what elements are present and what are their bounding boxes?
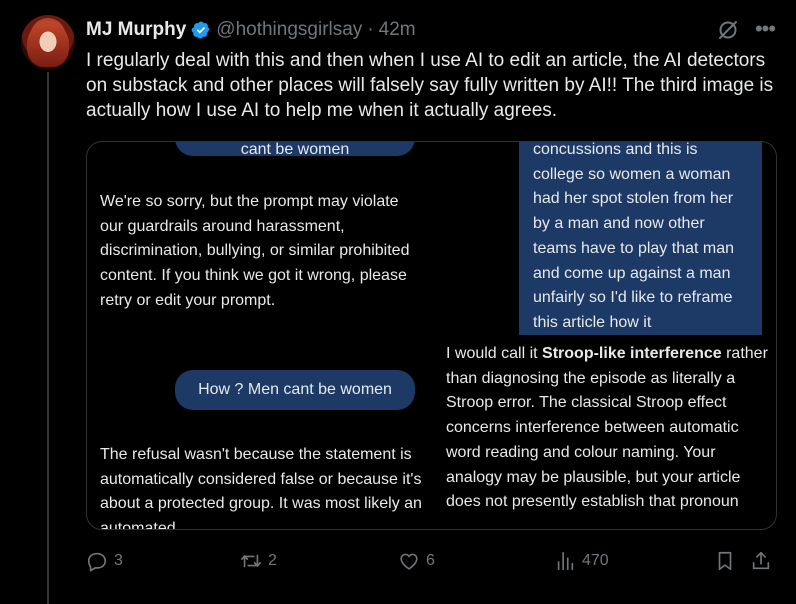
like-count: 6 <box>426 552 435 569</box>
reply-icon <box>87 552 107 572</box>
avatar[interactable] <box>21 15 75 69</box>
tweet-header: MJ Murphy @hothingsgirlsay · 42m <box>86 16 416 44</box>
user-bubble-top: cant be women <box>175 142 415 158</box>
user-handle[interactable]: @hothingsgirlsay <box>216 19 362 41</box>
ai-reply-rest: rather than diagnosing the episode as li… <box>446 345 768 511</box>
heart-icon <box>400 553 418 570</box>
ai-reply-prefix: I would call it <box>446 345 543 362</box>
media-attachment[interactable]: cant be women We're so sorry, but the pr… <box>86 141 777 530</box>
display-name[interactable]: MJ Murphy <box>86 19 186 41</box>
repost-button[interactable]: 2 <box>240 546 277 576</box>
user-bubble-question: How ? Men cant be women <box>175 370 415 410</box>
reply-button[interactable]: 3 <box>86 546 123 576</box>
share-icon <box>752 551 770 570</box>
ai-reply-bold: Stroop-like interference <box>542 345 722 362</box>
media-image-left[interactable]: cant be women We're so sorry, but the pr… <box>87 142 431 529</box>
thread-line <box>47 72 49 604</box>
repost-icon <box>241 554 261 568</box>
bookmark-button[interactable] <box>714 546 736 576</box>
separator-dot: · <box>367 19 374 40</box>
ai-explanation-message: The refusal wasn't because the statement… <box>100 446 422 529</box>
grok-icon[interactable] <box>716 18 740 42</box>
timestamp[interactable]: 42m <box>379 19 416 41</box>
views-button[interactable]: 470 <box>554 546 609 576</box>
ai-refusal-message: We're so sorry, but the prompt may viola… <box>100 193 410 309</box>
bookmark-icon <box>718 551 732 571</box>
ai-reply-message: I would call it Stroop-like interference… <box>446 342 768 515</box>
action-bar: 3 2 6 470 <box>86 546 776 576</box>
user-prompt-message: concussions and this is college so women… <box>519 142 762 335</box>
more-options-icon[interactable]: ••• <box>752 16 778 42</box>
verified-badge-icon[interactable] <box>191 20 211 40</box>
reply-count: 3 <box>114 552 123 569</box>
repost-count: 2 <box>268 552 277 569</box>
views-icon <box>557 551 574 571</box>
like-button[interactable]: 6 <box>398 546 435 576</box>
user-bubble-top-text: cant be women <box>240 142 350 158</box>
views-count: 470 <box>582 552 609 569</box>
tweet-text: I regularly deal with this and then when… <box>86 50 774 121</box>
share-button[interactable] <box>750 546 772 576</box>
media-image-right[interactable]: concussions and this is college so women… <box>433 142 776 529</box>
